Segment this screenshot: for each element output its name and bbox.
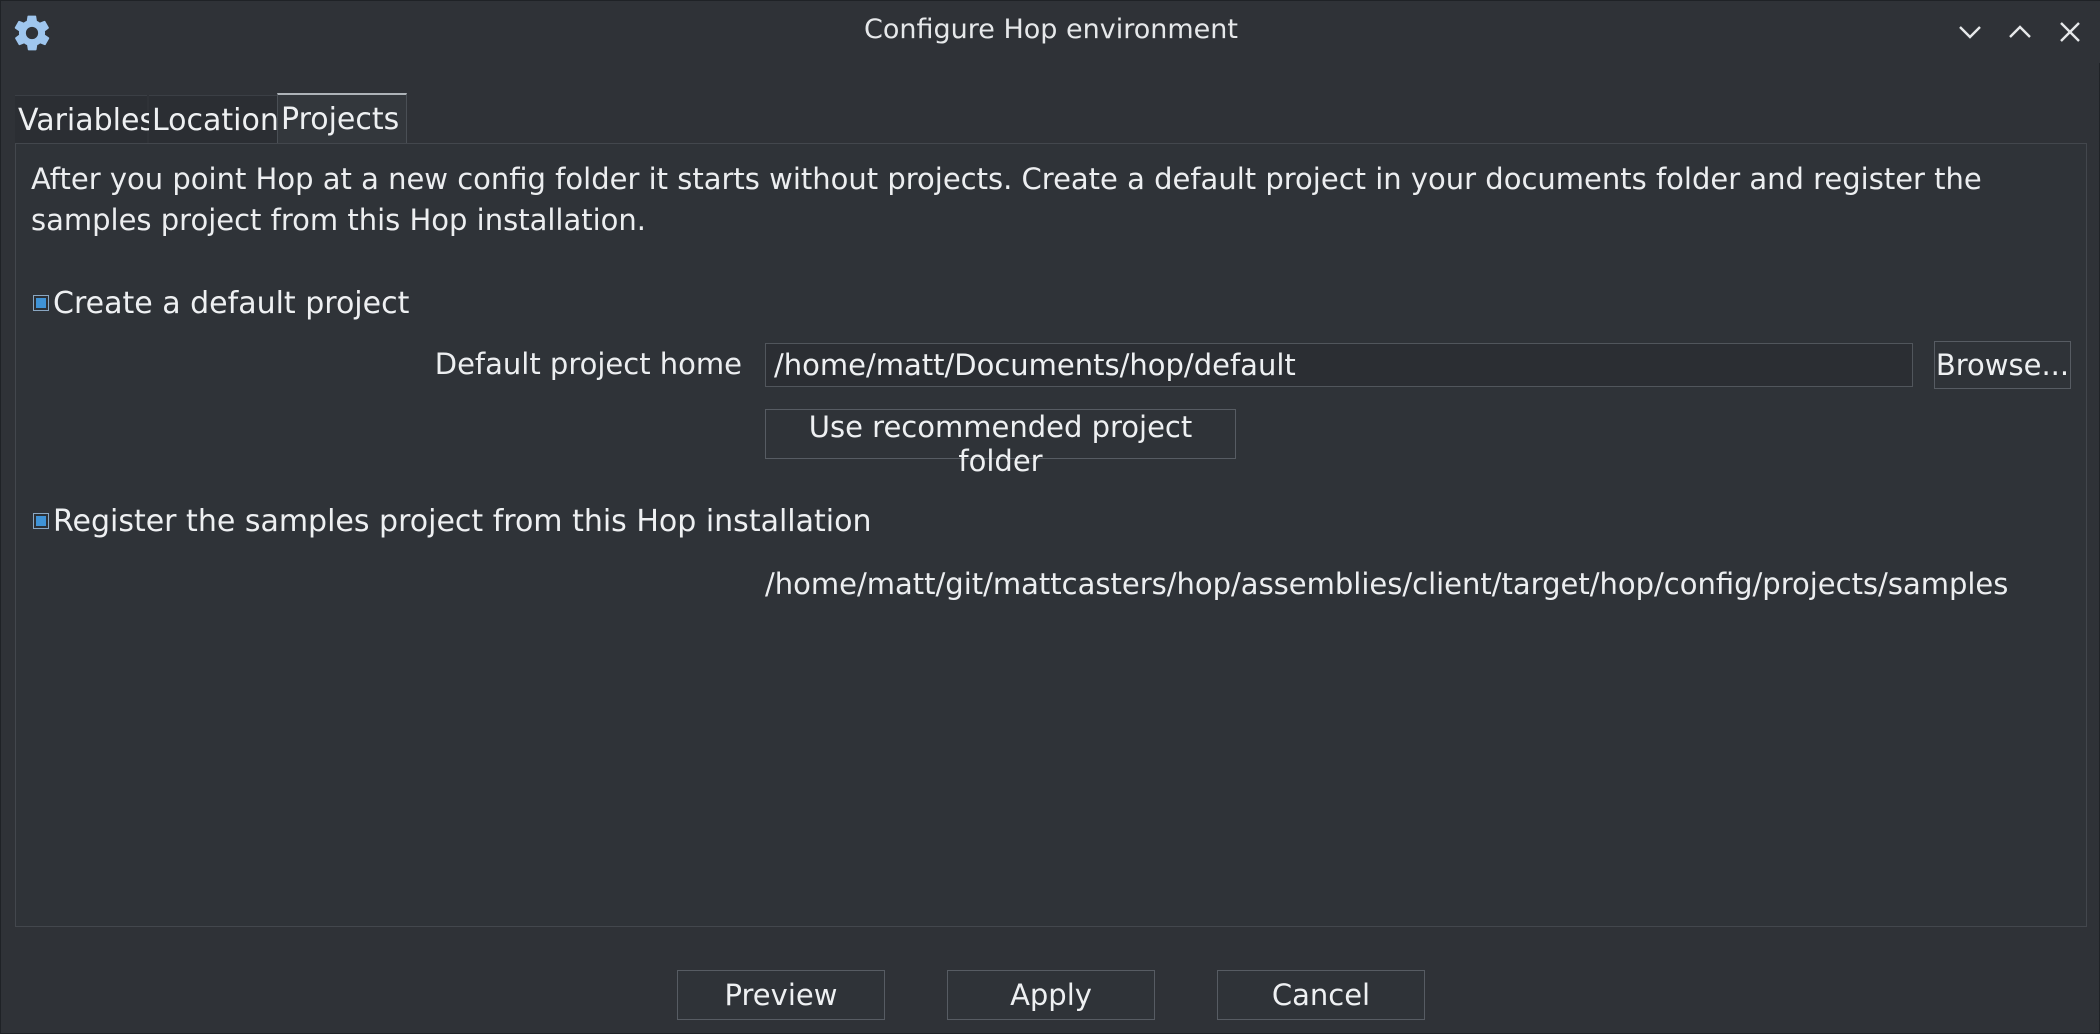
default-project-home-input[interactable] [765,343,1913,387]
apply-button[interactable]: Apply [947,970,1155,1020]
preview-button[interactable]: Preview [677,970,885,1020]
default-project-home-label: Default project home [434,347,742,381]
browse-button[interactable]: Browse... [1934,341,2071,389]
samples-project-path: /home/matt/git/mattcasters/hop/assemblie… [765,567,2009,601]
tab-projects[interactable]: Projects [277,93,407,143]
close-button[interactable] [2053,15,2087,49]
close-icon [2060,22,2080,42]
projects-intro-text: After you point Hop at a new config fold… [31,162,1982,237]
register-samples-checkbox[interactable]: Register the samples project from this H… [33,503,871,539]
tab-bar: Variables Location Projects [15,93,2087,143]
tab-variables[interactable]: Variables [15,95,155,143]
create-default-project-label: Create a default project [53,285,410,321]
title-bar[interactable]: Configure Hop environment [1,1,2100,63]
use-recommended-folder-button[interactable]: Use recommended project folder [765,409,1236,478]
register-samples-label: Register the samples project from this H… [53,503,872,539]
chevron-up-icon [2009,25,2031,38]
tab-location[interactable]: Location [149,95,289,143]
window-title: Configure Hop environment [864,14,1238,45]
cancel-button[interactable]: Cancel [1217,970,1425,1020]
checkbox-indicator[interactable] [33,295,49,311]
maximize-button[interactable] [2003,15,2037,49]
minimize-button[interactable] [1953,15,1987,49]
chevron-down-icon [1959,26,1981,39]
create-default-project-checkbox[interactable]: Create a default project [33,285,409,321]
checkbox-indicator[interactable] [33,513,49,529]
configure-hop-dialog: Configure Hop environment Variables Loca… [0,0,2100,1034]
